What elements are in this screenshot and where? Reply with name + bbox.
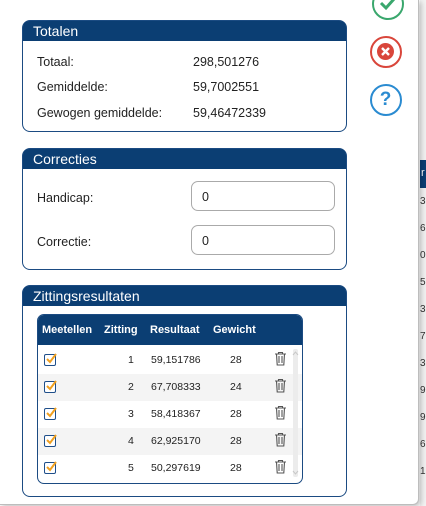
- gewicht-cell: 28: [230, 354, 242, 366]
- close-icon: [377, 43, 394, 60]
- resultaat-cell: 62,925170: [151, 435, 201, 447]
- totaal-label: Totaal:: [37, 55, 74, 69]
- meetellen-checkbox[interactable]: [44, 434, 57, 447]
- background-cell: 9: [420, 412, 426, 423]
- handicap-label: Handicap:: [37, 191, 94, 205]
- meetellen-checkbox[interactable]: [44, 407, 57, 420]
- background-cell: 9: [420, 385, 426, 396]
- gewicht-cell: 28: [230, 408, 242, 420]
- checkmark-icon: [46, 434, 57, 445]
- background-cell: 3: [420, 304, 426, 315]
- zittingsresultaten-table: Meetellen Zitting Resultaat Gewicht 1 59,…: [37, 314, 303, 484]
- correctie-label: Correctie:: [37, 235, 92, 249]
- trash-icon[interactable]: [274, 459, 287, 474]
- confirm-button[interactable]: [372, 0, 404, 20]
- gemiddelde-value: 59,7002551: [193, 80, 260, 94]
- table-row[interactable]: 4 62,925170 28: [38, 428, 302, 455]
- background-table-header: r: [420, 160, 426, 188]
- check-icon: [379, 0, 396, 11]
- zitting-cell: 1: [128, 354, 134, 366]
- gewogen-gemiddelde-label: Gewogen gemiddelde:: [37, 106, 163, 120]
- background-cell: 3: [420, 196, 426, 207]
- correcties-title: Correcties: [23, 149, 346, 169]
- gewicht-cell: 24: [230, 381, 242, 393]
- resultaat-cell: 50,297619: [151, 462, 201, 474]
- zittingsresultaten-panel: Zittingsresultaten Meetellen Zitting Res…: [22, 285, 347, 497]
- totalen-panel: Totalen Totaal: 298,501276 Gemiddelde: 5…: [22, 20, 347, 132]
- column-meetellen[interactable]: Meetellen: [42, 324, 92, 336]
- gewogen-gemiddelde-value: 59,46472339: [193, 106, 266, 120]
- background-cell: 0: [420, 250, 426, 261]
- resultaat-cell: 67,708333: [151, 381, 201, 393]
- question-icon: ?: [379, 89, 392, 110]
- gewicht-cell: 28: [230, 462, 242, 474]
- results-dialog: Totalen Totaal: 298,501276 Gemiddelde: 5…: [0, 0, 419, 505]
- resultaat-cell: 58,418367: [151, 408, 201, 420]
- gemiddelde-label: Gemiddelde:: [37, 80, 108, 94]
- checkmark-icon: [46, 380, 57, 391]
- correctie-input[interactable]: 0: [191, 225, 335, 255]
- background-cell: 6: [420, 439, 426, 450]
- background-cell: 6: [420, 223, 426, 234]
- meetellen-checkbox[interactable]: [44, 353, 57, 366]
- column-resultaat[interactable]: Resultaat: [150, 324, 200, 336]
- zitting-cell: 2: [128, 381, 134, 393]
- totaal-value: 298,501276: [193, 55, 260, 69]
- checkmark-icon: [46, 353, 57, 364]
- table-row[interactable]: 3 58,418367 28: [38, 401, 302, 428]
- table-row[interactable]: 1 59,151786 28: [38, 347, 302, 374]
- cancel-button[interactable]: [370, 36, 402, 68]
- zittingsresultaten-title: Zittingsresultaten: [23, 286, 346, 306]
- background-header-text: r: [421, 167, 425, 179]
- help-button[interactable]: ?: [370, 84, 402, 116]
- column-zitting[interactable]: Zitting: [104, 324, 138, 336]
- column-gewicht[interactable]: Gewicht: [213, 324, 256, 336]
- trash-icon[interactable]: [274, 378, 287, 393]
- table-row[interactable]: 2 67,708333 24: [38, 374, 302, 401]
- table-header: Meetellen Zitting Resultaat Gewicht: [38, 315, 302, 345]
- background-cell: 5: [420, 277, 426, 288]
- trash-icon[interactable]: [274, 405, 287, 420]
- meetellen-checkbox[interactable]: [44, 461, 57, 474]
- table-scrollbar[interactable]: [291, 349, 300, 477]
- zitting-cell: 3: [128, 408, 134, 420]
- totalen-title: Totalen: [23, 21, 346, 41]
- background-cell: 3: [420, 358, 426, 369]
- trash-icon[interactable]: [274, 351, 287, 366]
- trash-icon[interactable]: [274, 432, 287, 447]
- gewicht-cell: 28: [230, 435, 242, 447]
- table-row[interactable]: 5 50,297619 28: [38, 455, 302, 482]
- zitting-cell: 4: [128, 435, 134, 447]
- handicap-input[interactable]: 0: [191, 181, 335, 211]
- meetellen-checkbox[interactable]: [44, 380, 57, 393]
- zitting-cell: 5: [128, 462, 134, 474]
- checkmark-icon: [46, 407, 57, 418]
- checkmark-icon: [46, 461, 57, 472]
- correcties-panel: Correcties Handicap: 0 Correctie: 0: [22, 148, 347, 270]
- resultaat-cell: 59,151786: [151, 354, 201, 366]
- background-cell: 7: [420, 331, 426, 342]
- background-cell: 1: [420, 466, 426, 477]
